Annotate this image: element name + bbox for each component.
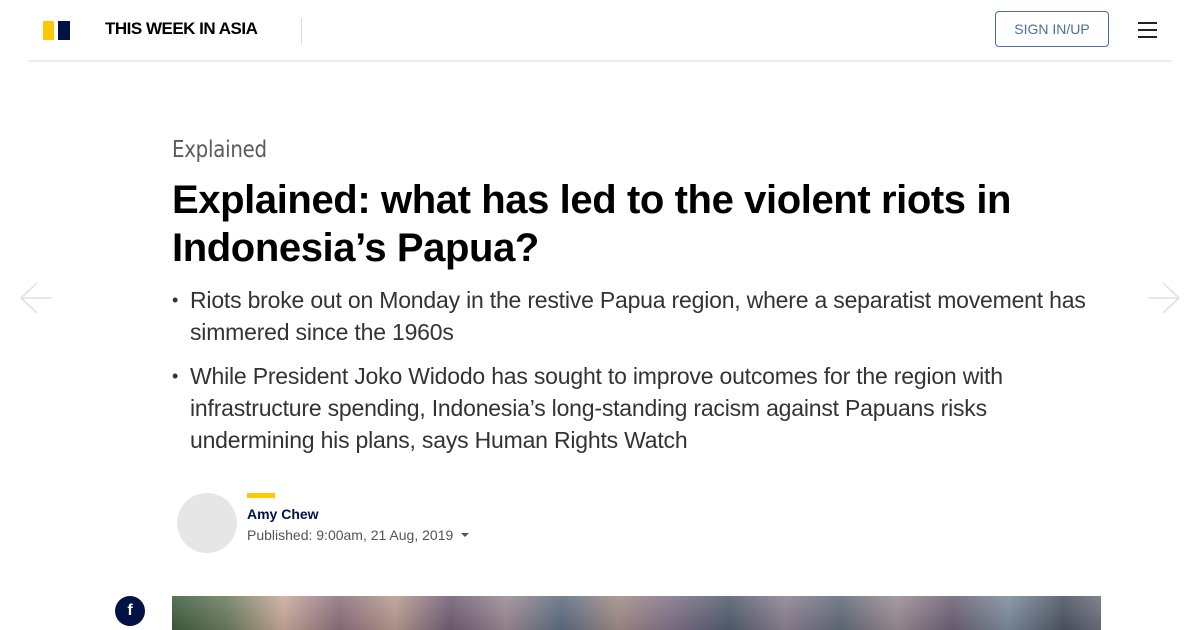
logo-yellow-bar	[43, 21, 54, 40]
sign-in-button[interactable]: SIGN IN/UP	[995, 11, 1109, 47]
header-divider	[301, 18, 302, 44]
summary-text: While President Joko Widodo has sought t…	[190, 363, 1003, 453]
section-label[interactable]: Explained	[172, 137, 267, 163]
published-text: Published: 9:00am, 21 Aug, 2019	[247, 527, 454, 543]
published-date[interactable]: Published: 9:00am, 21 Aug, 2019	[247, 527, 470, 543]
arrow-right-icon[interactable]	[1147, 281, 1181, 315]
bullet-icon: •	[172, 290, 179, 310]
article-headline: Explained: what has led to the violent r…	[172, 178, 1012, 270]
arrow-left-icon[interactable]	[19, 281, 53, 315]
summary-text: Riots broke out on Monday in the restive…	[190, 287, 1086, 345]
bullet-icon: •	[172, 366, 179, 386]
hero-image	[172, 596, 1101, 630]
facebook-icon[interactable]: f	[115, 596, 145, 626]
logo-navy-bar	[58, 21, 70, 40]
page: THIS WEEK IN ASIA SIGN IN/UP Explained E…	[0, 0, 1200, 630]
hamburger-menu-icon[interactable]	[1138, 22, 1157, 38]
site-title[interactable]: THIS WEEK IN ASIA	[105, 19, 258, 39]
summary-item: • While President Joko Widodo has sought…	[172, 360, 1092, 456]
author-accent-bar	[247, 493, 275, 498]
site-logo[interactable]	[43, 21, 71, 40]
summary-item: • Riots broke out on Monday in the resti…	[172, 284, 1092, 348]
chevron-down-icon[interactable]	[461, 533, 470, 537]
article-summary: • Riots broke out on Monday in the resti…	[172, 284, 1092, 468]
site-header: THIS WEEK IN ASIA SIGN IN/UP	[28, 0, 1172, 62]
author-name[interactable]: Amy Chew	[247, 506, 319, 522]
author-avatar[interactable]	[177, 493, 237, 553]
